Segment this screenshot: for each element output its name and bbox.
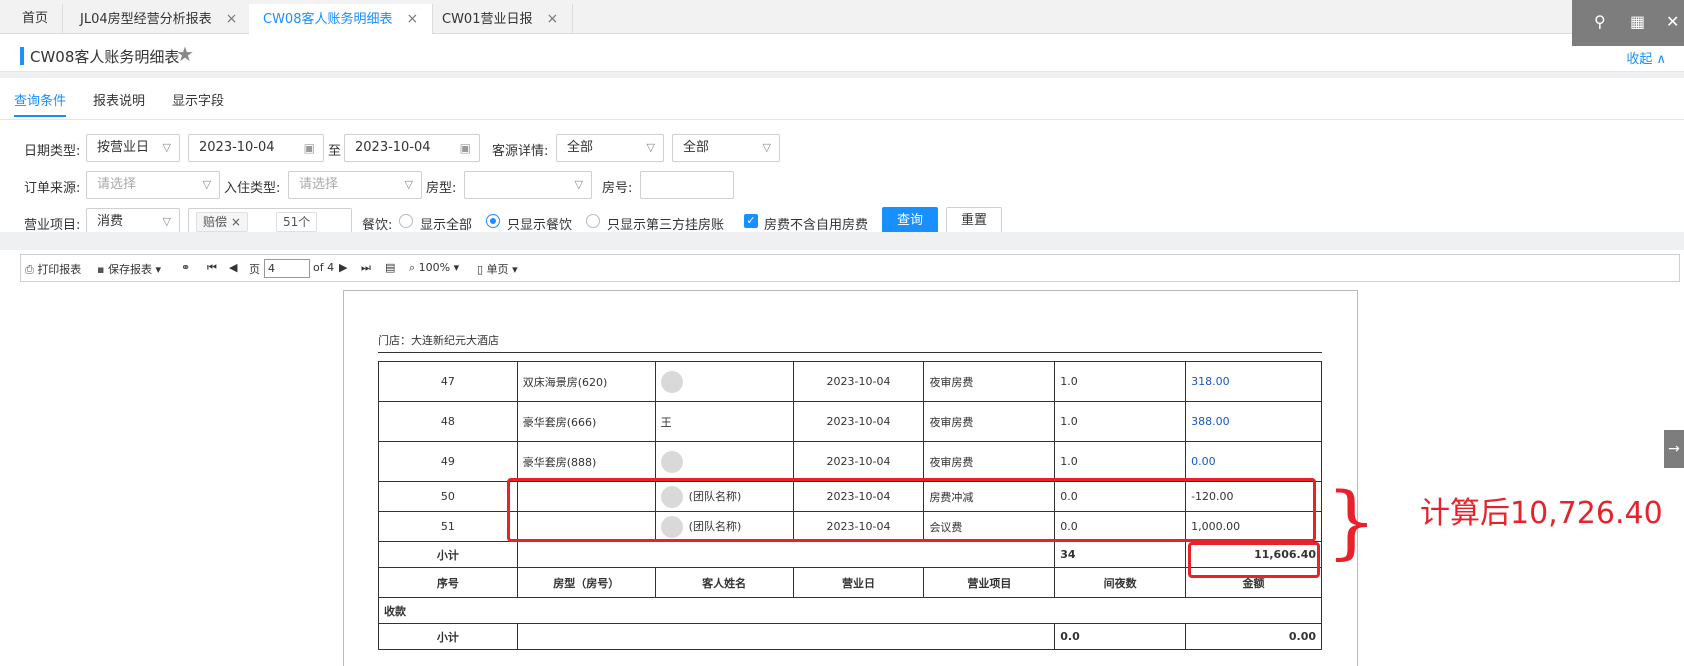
reset-button[interactable]: 重置 bbox=[946, 207, 1003, 235]
chevron-down-icon: ▽ bbox=[574, 178, 583, 191]
date-type-select[interactable]: 按营业日 ▽ bbox=[86, 134, 180, 162]
close-icon[interactable]: × bbox=[546, 11, 558, 27]
biz-item-label: 营业项目: bbox=[24, 218, 81, 233]
date-separator: 至 bbox=[328, 144, 342, 159]
avatar bbox=[660, 450, 683, 473]
annotation-note: 计算后10,726.40 bbox=[1420, 496, 1663, 531]
save-report-button[interactable]: ▪ 保存报表 ▾ bbox=[97, 261, 161, 277]
zoom-select[interactable]: ⌕ 100% ▾ bbox=[409, 261, 459, 275]
sub-tabs: 查询条件 报表说明 显示字段 bbox=[0, 78, 1684, 120]
avatar bbox=[660, 370, 683, 393]
order-source-select[interactable]: 请选择 ▽ bbox=[86, 171, 220, 199]
close-icon[interactable]: × bbox=[226, 11, 238, 27]
tab-cw01[interactable]: CW01营业日报 × bbox=[428, 4, 574, 34]
tag-chip[interactable]: 赔偿 × bbox=[196, 212, 248, 232]
room-no-input[interactable] bbox=[640, 171, 734, 199]
view-toggle-icon[interactable]: ▤ bbox=[385, 261, 395, 274]
title-accent bbox=[20, 47, 24, 65]
header-row: 序号 房型（房号） 客人姓名 营业日 营业项目 间夜数 金额 bbox=[378, 567, 1322, 598]
tab-home[interactable]: 首页 bbox=[8, 4, 64, 34]
exclude-self-use-label: 房费不含自用房费 bbox=[764, 218, 869, 233]
chevron-down-icon: ▽ bbox=[762, 141, 771, 154]
page-label: 页 bbox=[249, 263, 260, 276]
query-button[interactable]: 查询 bbox=[882, 207, 939, 235]
divider bbox=[0, 232, 1684, 250]
report-toolbar: ⎙ 打印报表 ▪ 保存报表 ▾ ⚭ ⏮ ◀ 页 4 of 4 ▶ ⏭ ▤ ⌕ 1… bbox=[20, 254, 1680, 282]
star-icon[interactable]: ★ bbox=[176, 42, 194, 66]
source-detail-select-2[interactable]: 全部 ▽ bbox=[672, 134, 780, 162]
source-detail-label: 客源详情: bbox=[492, 144, 549, 159]
highlight-box-subtotal bbox=[1188, 542, 1320, 578]
tab-display-fields[interactable]: 显示字段 bbox=[172, 90, 224, 109]
brace-mark: } bbox=[1326, 475, 1377, 568]
chevron-down-icon: ▾ bbox=[512, 263, 518, 276]
collapse-button[interactable]: 收起 ∧ bbox=[1626, 48, 1666, 67]
room-no-label: 房号: bbox=[602, 181, 633, 196]
find-icon[interactable]: ⚭ bbox=[181, 261, 190, 274]
dining-label: 餐饮: bbox=[362, 218, 393, 233]
save-icon: ▪ bbox=[97, 263, 105, 276]
page-header: CW08客人账务明细表 ★ 收起 ∧ bbox=[0, 40, 1684, 72]
tab-report-description[interactable]: 报表说明 bbox=[93, 90, 145, 109]
subtotal-row: 小计 34 11,606.40 bbox=[378, 541, 1322, 568]
radio-dining-only[interactable] bbox=[486, 214, 500, 228]
date-to-input[interactable]: 2023-10-04 ▣ bbox=[344, 134, 480, 162]
table-row: 48 豪华套房(666) 王 2023-10-04 夜审房费 1.0 388.0… bbox=[378, 401, 1322, 442]
highlight-box-rows bbox=[507, 478, 1316, 542]
page-icon: ▯ bbox=[477, 263, 484, 276]
exclude-self-use-checkbox[interactable]: ✓ bbox=[744, 214, 758, 228]
tab-bar: 首页 JL04房型经营分析报表 × CW08客人账务明细表 × CW01营业日报 × bbox=[0, 0, 1684, 34]
close-icon[interactable]: × bbox=[406, 11, 418, 27]
page-mode-select[interactable]: ▯ 单页 ▾ bbox=[477, 261, 518, 277]
chevron-down-icon: ▾ bbox=[453, 261, 460, 274]
close-icon[interactable]: × bbox=[231, 215, 241, 229]
payment-section-row: 收款 bbox=[378, 597, 1322, 624]
chevron-down-icon: ▽ bbox=[646, 141, 655, 154]
chevron-down-icon: ▾ bbox=[155, 263, 161, 276]
first-page-icon[interactable]: ⏮ bbox=[207, 261, 217, 275]
print-report-button[interactable]: ⎙ 打印报表 bbox=[25, 261, 81, 277]
calendar-icon: ▣ bbox=[459, 141, 471, 155]
radio-third-party-label: 只显示第三方挂房账 bbox=[607, 218, 725, 233]
store-name: 门店：大连新纪元大酒店 bbox=[378, 334, 499, 347]
date-type-label: 日期类型: bbox=[24, 144, 81, 159]
last-page-icon[interactable]: ⏭ bbox=[361, 261, 371, 275]
table-row: 49 豪华套房(888) 2023-10-04 夜审房费 1.0 0.00 bbox=[378, 441, 1322, 482]
search-icon[interactable]: ⚲ bbox=[1594, 12, 1606, 31]
tag-count: 51个 bbox=[276, 212, 318, 232]
arrow-right-icon[interactable]: → bbox=[1664, 430, 1684, 468]
date-from-input[interactable]: 2023-10-04 ▣ bbox=[188, 134, 324, 162]
payment-subtotal-row: 小计 0.0 0.00 bbox=[378, 623, 1322, 650]
room-type-select[interactable]: ▽ bbox=[464, 171, 592, 199]
radio-dining-only-label: 只显示餐饮 bbox=[507, 218, 573, 233]
grid-icon[interactable]: ▦ bbox=[1630, 12, 1645, 31]
page-total: of 4 bbox=[313, 261, 335, 274]
next-page-icon[interactable]: ▶ bbox=[339, 261, 347, 274]
chevron-down-icon: ▽ bbox=[162, 141, 171, 154]
radio-third-party[interactable] bbox=[586, 214, 600, 228]
tab-query-conditions[interactable]: 查询条件 bbox=[14, 90, 67, 117]
store-divider bbox=[378, 352, 1322, 353]
room-type-label: 房型: bbox=[426, 181, 457, 196]
source-detail-select-1[interactable]: 全部 ▽ bbox=[556, 134, 664, 162]
tab-cw08[interactable]: CW08客人账务明细表 × bbox=[249, 4, 434, 34]
tab-jl04[interactable]: JL04房型经营分析报表 × bbox=[66, 4, 253, 34]
table-row: 47 双床海景房(620) 2023-10-04 夜审房费 1.0 318.00 bbox=[378, 361, 1322, 402]
page-number-input[interactable]: 4 bbox=[264, 259, 310, 278]
checkin-type-select[interactable]: 请选择 ▽ bbox=[288, 171, 422, 199]
prev-page-icon[interactable]: ◀ bbox=[229, 261, 237, 274]
calendar-icon: ▣ bbox=[303, 141, 315, 155]
page-title: CW08客人账务明细表 bbox=[30, 48, 180, 66]
radio-show-all[interactable] bbox=[399, 214, 413, 228]
order-source-label: 订单来源: bbox=[24, 181, 81, 196]
radio-show-all-label: 显示全部 bbox=[420, 218, 473, 233]
chevron-down-icon: ▽ bbox=[404, 178, 413, 191]
close-icon[interactable]: ✕ bbox=[1666, 12, 1679, 31]
zoom-icon: ⌕ bbox=[409, 261, 416, 274]
chevron-down-icon: ▽ bbox=[202, 178, 211, 191]
printer-icon: ⎙ bbox=[25, 263, 34, 276]
checkin-type-label: 入住类型: bbox=[224, 181, 281, 196]
